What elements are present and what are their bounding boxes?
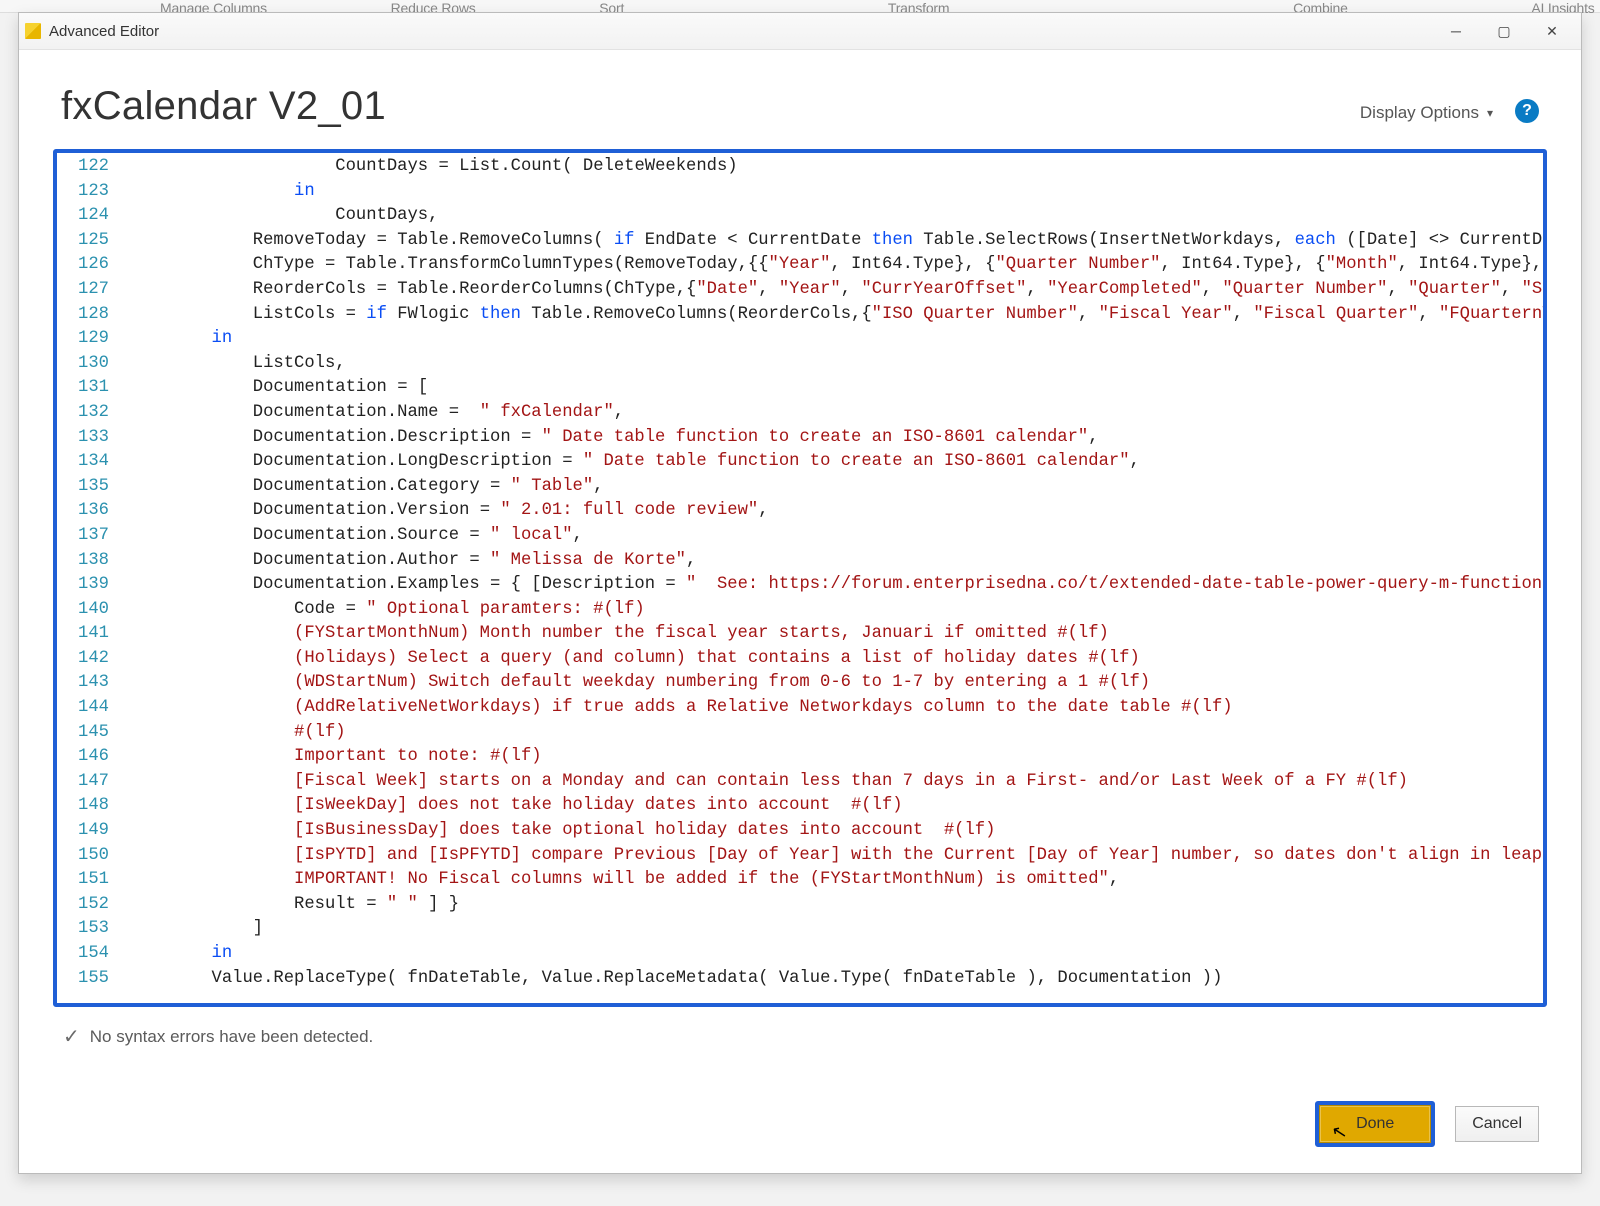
minimize-button[interactable]: ─ [1433,16,1479,46]
display-options-dropdown[interactable]: Display Options ▾ [1360,103,1493,123]
status-text: No syntax errors have been detected. [90,1027,374,1047]
done-button[interactable]: Done ↖ [1319,1105,1431,1143]
done-button-highlight: Done ↖ [1315,1101,1435,1147]
code-editor[interactable]: 1221231241251261271281291301311321331341… [53,149,1547,1007]
header-row: fxCalendar V2_01 Display Options ▾ ? [19,50,1581,133]
check-icon: ✓ [63,1030,80,1044]
status-row: ✓ No syntax errors have been detected. [63,1027,1541,1047]
cursor-icon: ↖ [1330,1121,1349,1145]
display-options-label: Display Options [1360,103,1479,123]
query-name: fxCalendar V2_01 [61,84,386,129]
code-pane[interactable]: CountDays = List.Count( DeleteWeekends) … [121,153,1543,1003]
cancel-button[interactable]: Cancel [1455,1106,1539,1142]
titlebar: Advanced Editor ─ ▢ ✕ [19,13,1581,50]
help-icon[interactable]: ? [1515,99,1539,123]
app-icon [25,23,41,39]
maximize-button[interactable]: ▢ [1481,16,1527,46]
line-number-gutter: 1221231241251261271281291301311321331341… [57,153,121,1003]
advanced-editor-window: Advanced Editor ─ ▢ ✕ fxCalendar V2_01 D… [18,12,1582,1174]
chevron-down-icon: ▾ [1487,106,1493,120]
footer-buttons: Done ↖ Cancel [1315,1101,1539,1147]
window-title: Advanced Editor [49,23,159,40]
close-button[interactable]: ✕ [1529,16,1575,46]
